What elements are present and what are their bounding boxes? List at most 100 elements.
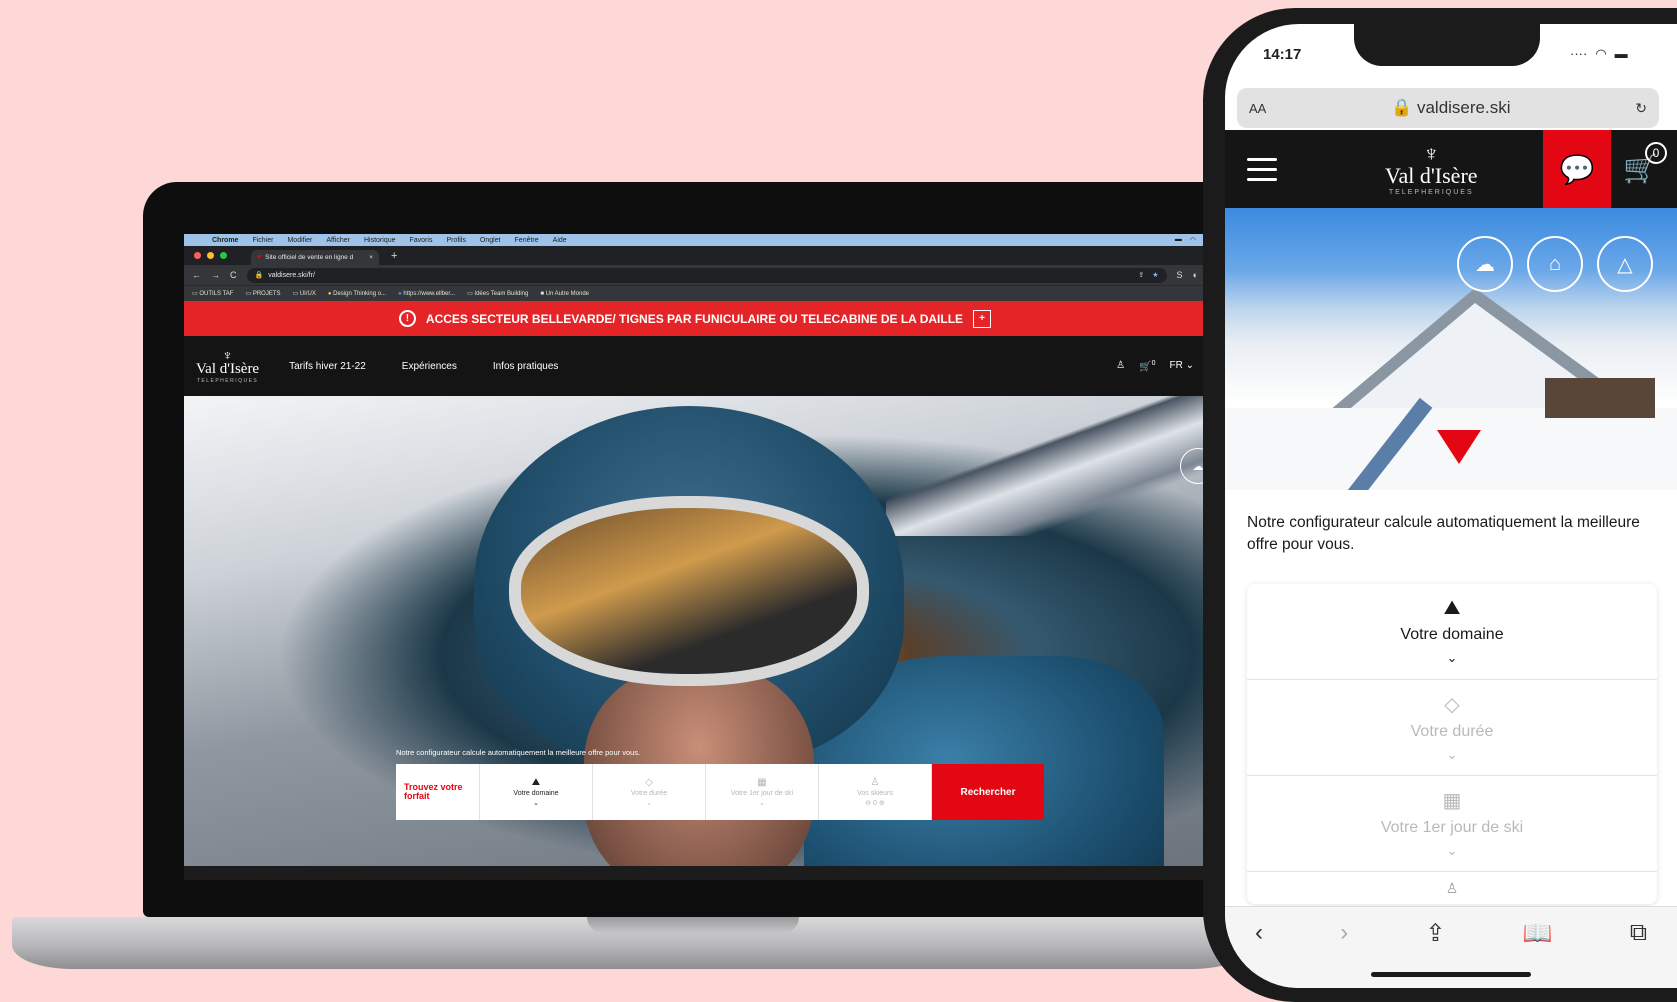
- duration-select[interactable]: ◇ Votre durée ⌄: [1247, 680, 1657, 776]
- configurator-text: Notre configurateur calcule automatiquem…: [396, 748, 641, 757]
- mountain-icon: ⛰: [531, 777, 541, 788]
- first-day-select[interactable]: ▦ Votre 1er jour de ski ⌄: [1247, 776, 1657, 872]
- tab-title: Site officiel de vente en ligne d: [265, 254, 354, 261]
- new-tab-button[interactable]: +: [391, 250, 397, 262]
- battery-icon[interactable]: ▬: [1175, 236, 1182, 244]
- logo-subtitle: TELEPHERIQUES: [1388, 188, 1474, 196]
- header-actions: ♙ 🛒0 FR ⌄: [1116, 360, 1194, 372]
- chevron-down-icon: ⌄: [759, 800, 765, 807]
- skiers-stepper[interactable]: ⊖ 0 ⊕: [865, 799, 885, 807]
- menu-historique[interactable]: Historique: [364, 237, 396, 244]
- close-window-button[interactable]: [194, 252, 201, 259]
- mobile-logo[interactable]: ♆ Val d'Isère TELEPHERIQUES: [1385, 140, 1478, 196]
- bookmarks-bar: ▭ OUTILS TAF ▭ PROJETS ▭ UI/UX ● Design …: [184, 285, 1206, 301]
- chalet: [1545, 378, 1655, 418]
- domain-label: Votre domaine: [513, 790, 559, 797]
- mountain-icon[interactable]: △: [1597, 236, 1653, 292]
- lock-icon: 🔒: [254, 272, 264, 279]
- browser-tab[interactable]: ♥ Site officiel de vente en ligne d ×: [251, 250, 379, 265]
- nav-experiences[interactable]: Expériences: [402, 361, 457, 372]
- weather-icon[interactable]: ☁: [1457, 236, 1513, 292]
- alert-icon: !: [398, 310, 416, 327]
- phone-notch: [1354, 24, 1540, 66]
- bookmarks-icon[interactable]: 📖: [1523, 919, 1553, 948]
- laptop-screen: Chrome Fichier Modifier Afficher Histori…: [184, 234, 1206, 880]
- menu-favoris[interactable]: Favoris: [410, 237, 433, 244]
- search-button[interactable]: Rechercher: [932, 764, 1044, 820]
- reload-icon[interactable]: ↻: [1635, 100, 1647, 117]
- zoom-window-button[interactable]: [220, 252, 227, 259]
- minimize-window-button[interactable]: [207, 252, 214, 259]
- profile-icon[interactable]: ◐: [1193, 270, 1198, 280]
- booking-search-bar: Trouvez votre forfait ⛰ Votre domaine ⌄ …: [396, 764, 1044, 820]
- menu-fichier[interactable]: Fichier: [252, 237, 273, 244]
- gondola-icon[interactable]: ⌂: [1527, 236, 1583, 292]
- cart-icon[interactable]: 🛒0: [1139, 360, 1155, 372]
- menu-aide[interactable]: Aide: [553, 237, 567, 244]
- domain-select[interactable]: ⛰ Votre domaine ⌄: [1247, 584, 1657, 680]
- back-icon[interactable]: ‹: [1255, 919, 1263, 947]
- menu-fenetre[interactable]: Fenêtre: [515, 237, 539, 244]
- extension-icon[interactable]: S: [1177, 270, 1183, 280]
- url-bar[interactable]: 🔒 valdisere.ski/fr/ ⇪ ★: [246, 267, 1167, 283]
- skiers-select[interactable]: ♙ Vos skieurs ⊖ 0 ⊕: [819, 764, 932, 820]
- menu-onglet[interactable]: Onglet: [480, 237, 501, 244]
- alert-banner: ! ACCES SECTEUR BELLEVARDE/ TIGNES PAR F…: [184, 301, 1206, 336]
- menu-chrome[interactable]: Chrome: [212, 237, 238, 244]
- nav-tarifs[interactable]: Tarifs hiver 21-22: [289, 361, 366, 372]
- text-size-button[interactable]: AA: [1249, 101, 1266, 116]
- favicon-icon: ♥: [257, 254, 262, 261]
- bookmark-uiux[interactable]: ▭ UI/UX: [292, 290, 315, 297]
- hamburger-menu-icon[interactable]: [1247, 157, 1277, 181]
- language-selector[interactable]: FR ⌄: [1169, 360, 1194, 371]
- chevron-down-icon: ⌄: [646, 800, 652, 807]
- logo-subtitle: TELEPHERIQUES: [196, 378, 259, 384]
- domain-label: Votre domaine: [1400, 626, 1504, 643]
- menu-afficher[interactable]: Afficher: [326, 237, 350, 244]
- forward-icon[interactable]: ›: [1340, 919, 1348, 947]
- bookmark-team-building[interactable]: ▭ Idées Team Building: [467, 290, 528, 297]
- find-pass-label: Trouvez votre forfait: [396, 764, 480, 820]
- reload-icon[interactable]: C: [230, 270, 237, 280]
- calendar-icon: ▦: [1442, 790, 1462, 812]
- brand-v-icon: [1437, 430, 1481, 464]
- chat-button[interactable]: 💬: [1543, 130, 1611, 208]
- chevron-down-icon: ⌄: [1446, 747, 1458, 762]
- eagle-icon: ♆: [1423, 140, 1440, 166]
- tabs-icon[interactable]: ⧉: [1630, 919, 1647, 947]
- safari-address-bar[interactable]: AA 🔒 valdisere.ski ↻: [1237, 88, 1659, 128]
- first-day-select[interactable]: ▦ Votre 1er jour de ski ⌄: [706, 764, 819, 820]
- bookmark-un-autre-monde[interactable]: ■ Un Autre Monde: [540, 291, 589, 297]
- duration-label: Votre durée: [630, 790, 668, 797]
- skiers-select[interactable]: ♙: [1247, 872, 1657, 904]
- menubar-status-icons: ▬ ◠: [1175, 236, 1196, 244]
- folder-icon: ▭: [292, 291, 300, 297]
- user-icon[interactable]: ♙: [1116, 360, 1125, 371]
- domain-select[interactable]: ⛰ Votre domaine ⌄: [480, 764, 593, 820]
- share-icon[interactable]: ⇪: [1425, 919, 1445, 948]
- bookmark-ellber[interactable]: ● https://www.ellber...: [398, 291, 455, 297]
- expand-alert-button[interactable]: +: [973, 309, 992, 328]
- battery-icon: ▬: [1614, 46, 1628, 61]
- star-icon[interactable]: ★: [1152, 271, 1158, 279]
- back-icon[interactable]: ←: [192, 270, 201, 280]
- folder-icon: ▭: [245, 291, 253, 297]
- site-logo[interactable]: ♆ Val d'Isère TELEPHERIQUES: [196, 348, 259, 384]
- duration-label: Votre durée: [1410, 723, 1494, 740]
- nav-infos[interactable]: Infos pratiques: [493, 361, 559, 372]
- skiers-label: Vos skieurs: [857, 790, 893, 797]
- home-indicator: [1371, 972, 1531, 977]
- mountain-icon: ⛰: [1443, 597, 1461, 619]
- bookmark-outils[interactable]: ▭ OUTILS TAF: [192, 290, 233, 297]
- share-icon[interactable]: ⇪: [1138, 271, 1144, 279]
- menu-modifier[interactable]: Modifier: [287, 237, 312, 244]
- close-tab-icon[interactable]: ×: [369, 254, 373, 261]
- bookmark-design-thinking[interactable]: ● Design Thinking o...: [328, 291, 386, 297]
- menu-profils[interactable]: Profils: [446, 237, 465, 244]
- wifi-icon[interactable]: ◠: [1190, 236, 1196, 244]
- forward-icon[interactable]: →: [211, 270, 220, 280]
- bookmark-projets[interactable]: ▭ PROJETS: [245, 290, 280, 297]
- logo-name: Val d'Isère: [196, 361, 260, 377]
- alert-text: ACCES SECTEUR BELLEVARDE/ TIGNES PAR FUN…: [425, 311, 964, 326]
- duration-select[interactable]: ◇ Votre durée ⌄: [593, 764, 706, 820]
